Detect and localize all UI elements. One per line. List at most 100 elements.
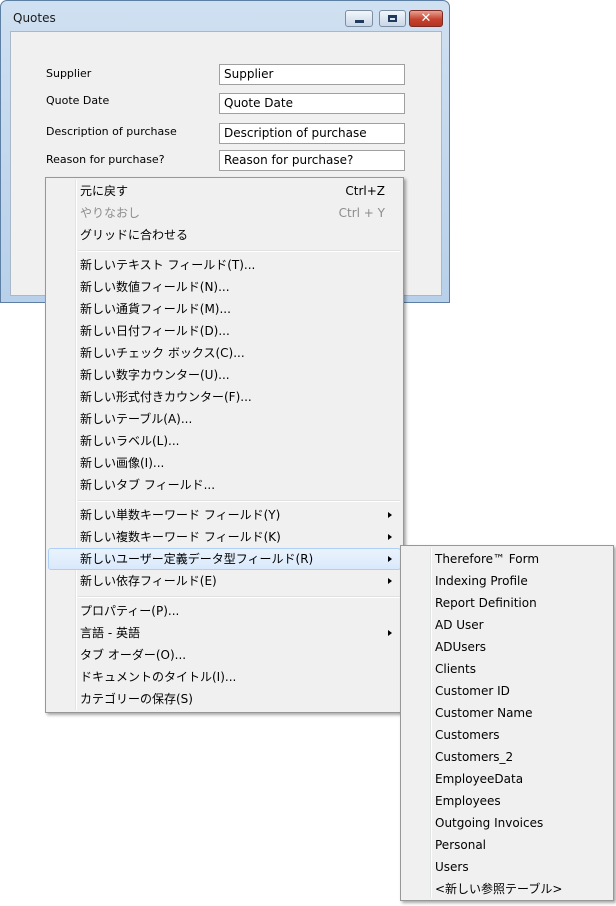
submenu-item-label: Customers xyxy=(435,728,500,742)
menu-item-new-text-field[interactable]: 新しいテキスト フィールド(T)... xyxy=(48,254,401,276)
menu-item-save-category[interactable]: カテゴリーの保存(S) xyxy=(48,688,401,710)
menu-item-tab-order[interactable]: タブ オーダー(O)... xyxy=(48,644,401,666)
submenu-item-label: EmployeeData xyxy=(435,772,524,786)
submenu-arrow-icon xyxy=(388,512,392,518)
menu-item-label: 新しい数字カウンター(U)... xyxy=(80,368,230,382)
submenu-arrow-icon xyxy=(388,578,392,584)
menu-item-label: 新しいテキスト フィールド(T)... xyxy=(80,258,256,272)
menu-item-new-image[interactable]: 新しい画像(I)... xyxy=(48,452,401,474)
menu-item-redo: やりなおし Ctrl + Y xyxy=(48,202,401,224)
menu-item-label: 言語 - 英語 xyxy=(80,626,140,640)
menu-separator xyxy=(78,596,400,598)
submenu-item-clients[interactable]: Clients xyxy=(403,658,611,680)
submenu-item-ad-user[interactable]: AD User xyxy=(403,614,611,636)
supplier-field[interactable]: Supplier xyxy=(219,64,405,85)
submenu-item-users[interactable]: Users xyxy=(403,856,611,878)
window-title: Quotes xyxy=(13,11,56,25)
submenu-item-employees[interactable]: Employees xyxy=(403,790,611,812)
menu-item-undo[interactable]: 元に戻す Ctrl+Z xyxy=(48,180,401,202)
submenu-item-label: <新しい参照テーブル> xyxy=(435,882,563,896)
menu-item-label: 新しい通貨フィールド(M)... xyxy=(80,302,231,316)
menu-item-label: 新しいチェック ボックス(C)... xyxy=(80,346,245,360)
submenu-item-label: Indexing Profile xyxy=(435,574,528,588)
minimize-button[interactable] xyxy=(345,10,373,27)
menu-item-new-single-keyword-field[interactable]: 新しい単数キーワード フィールド(Y) xyxy=(48,504,401,526)
menu-item-label: カテゴリーの保存(S) xyxy=(80,692,193,706)
menu-item-language[interactable]: 言語 - 英語 xyxy=(48,622,401,644)
submenu-item-new-reference-table[interactable]: <新しい参照テーブル> xyxy=(403,878,611,900)
menu-item-document-title[interactable]: ドキュメントのタイトル(I)... xyxy=(48,666,401,688)
menu-item-new-user-defined-type-field[interactable]: 新しいユーザー定義データ型フィールド(R) xyxy=(48,548,401,570)
submenu-item-customer-id[interactable]: Customer ID xyxy=(403,680,611,702)
menu-item-snap-to-grid[interactable]: グリッドに合わせる xyxy=(48,224,401,246)
submenu-item-label: Customers_2 xyxy=(435,750,514,764)
menu-item-label: タブ オーダー(O)... xyxy=(80,648,187,662)
reason-label: Reason for purchase? xyxy=(46,153,165,166)
description-field[interactable]: Description of purchase xyxy=(219,123,405,144)
submenu-item-customers-2[interactable]: Customers_2 xyxy=(403,746,611,768)
submenu-item-label: Customer Name xyxy=(435,706,533,720)
title-bar[interactable]: Quotes ✕ xyxy=(1,1,449,31)
menu-item-new-dependent-field[interactable]: 新しい依存フィールド(E) xyxy=(48,570,401,592)
menu-item-new-number-field[interactable]: 新しい数値フィールド(N)... xyxy=(48,276,401,298)
close-icon: ✕ xyxy=(420,11,432,26)
menu-item-new-formatted-counter[interactable]: 新しい形式付きカウンター(F)... xyxy=(48,386,401,408)
submenu-item-employeedata[interactable]: EmployeeData xyxy=(403,768,611,790)
menu-item-label: 新しい数値フィールド(N)... xyxy=(80,280,230,294)
menu-item-label: 新しいユーザー定義データ型フィールド(R) xyxy=(80,552,314,566)
menu-item-label: プロパティー(P)... xyxy=(80,604,180,618)
maximize-button[interactable] xyxy=(379,10,406,27)
submenu-item-label: AD User xyxy=(435,618,484,632)
menu-item-new-counter[interactable]: 新しい数字カウンター(U)... xyxy=(48,364,401,386)
submenu-item-personal[interactable]: Personal xyxy=(403,834,611,856)
reason-field[interactable]: Reason for purchase? xyxy=(219,150,405,171)
menu-item-shortcut: Ctrl + Y xyxy=(338,206,385,220)
close-button[interactable]: ✕ xyxy=(409,10,443,27)
submenu-item-report-definition[interactable]: Report Definition xyxy=(403,592,611,614)
submenu-item-outgoing-invoices[interactable]: Outgoing Invoices xyxy=(403,812,611,834)
menu-item-new-label[interactable]: 新しいラベル(L)... xyxy=(48,430,401,452)
submenu-item-indexing-profile[interactable]: Indexing Profile xyxy=(403,570,611,592)
submenu-arrow-icon xyxy=(388,630,392,636)
submenu-item-label: ADUsers xyxy=(435,640,487,654)
description-label: Description of purchase xyxy=(46,125,177,138)
menu-item-label: 新しいタブ フィールド... xyxy=(80,478,216,492)
menu-item-shortcut: Ctrl+Z xyxy=(345,184,385,198)
submenu-item-label: Therefore™ Form xyxy=(435,552,540,566)
submenu-item-therefore-form[interactable]: Therefore™ Form xyxy=(403,548,611,570)
menu-item-label: 新しい複数キーワード フィールド(K) xyxy=(80,530,281,544)
menu-item-label: やりなおし xyxy=(80,206,141,220)
submenu-item-customers[interactable]: Customers xyxy=(403,724,611,746)
menu-item-label: 新しい依存フィールド(E) xyxy=(80,574,217,588)
submenu-item-label: Users xyxy=(435,860,469,874)
submenu-item-adusers[interactable]: ADUsers xyxy=(403,636,611,658)
submenu-item-label: Employees xyxy=(435,794,501,808)
submenu-arrow-icon xyxy=(388,556,392,562)
submenu-item-customer-name[interactable]: Customer Name xyxy=(403,702,611,724)
menu-item-new-tab-field[interactable]: 新しいタブ フィールド... xyxy=(48,474,401,496)
menu-item-new-table[interactable]: 新しいテーブル(A)... xyxy=(48,408,401,430)
maximize-icon xyxy=(388,15,397,22)
menu-item-label: 新しい単数キーワード フィールド(Y) xyxy=(80,508,281,522)
menu-item-label: 新しいテーブル(A)... xyxy=(80,412,193,426)
menu-item-label: 新しい形式付きカウンター(F)... xyxy=(80,390,252,404)
submenu-item-label: Clients xyxy=(435,662,476,676)
menu-item-new-checkbox[interactable]: 新しいチェック ボックス(C)... xyxy=(48,342,401,364)
menu-item-label: 元に戻す xyxy=(80,184,129,198)
supplier-label: Supplier xyxy=(46,67,92,80)
quote-date-field[interactable]: Quote Date xyxy=(219,93,405,114)
menu-item-new-date-field[interactable]: 新しい日付フィールド(D)... xyxy=(48,320,401,342)
minimize-icon xyxy=(354,19,364,23)
menu-item-new-multi-keyword-field[interactable]: 新しい複数キーワード フィールド(K) xyxy=(48,526,401,548)
submenu-item-label: Personal xyxy=(435,838,487,852)
menu-item-label: 新しいラベル(L)... xyxy=(80,434,180,448)
submenu-item-label: Customer ID xyxy=(435,684,510,698)
submenu-item-label: Outgoing Invoices xyxy=(435,816,544,830)
menu-item-label: グリッドに合わせる xyxy=(80,228,189,242)
menu-item-new-currency-field[interactable]: 新しい通貨フィールド(M)... xyxy=(48,298,401,320)
context-menu: 元に戻す Ctrl+Z やりなおし Ctrl + Y グリッドに合わせる 新しい… xyxy=(45,177,404,713)
user-defined-type-submenu: Therefore™ Form Indexing Profile Report … xyxy=(400,545,614,901)
menu-item-label: ドキュメントのタイトル(I)... xyxy=(80,670,237,684)
quote-date-label: Quote Date xyxy=(46,94,110,107)
menu-item-properties[interactable]: プロパティー(P)... xyxy=(48,600,401,622)
